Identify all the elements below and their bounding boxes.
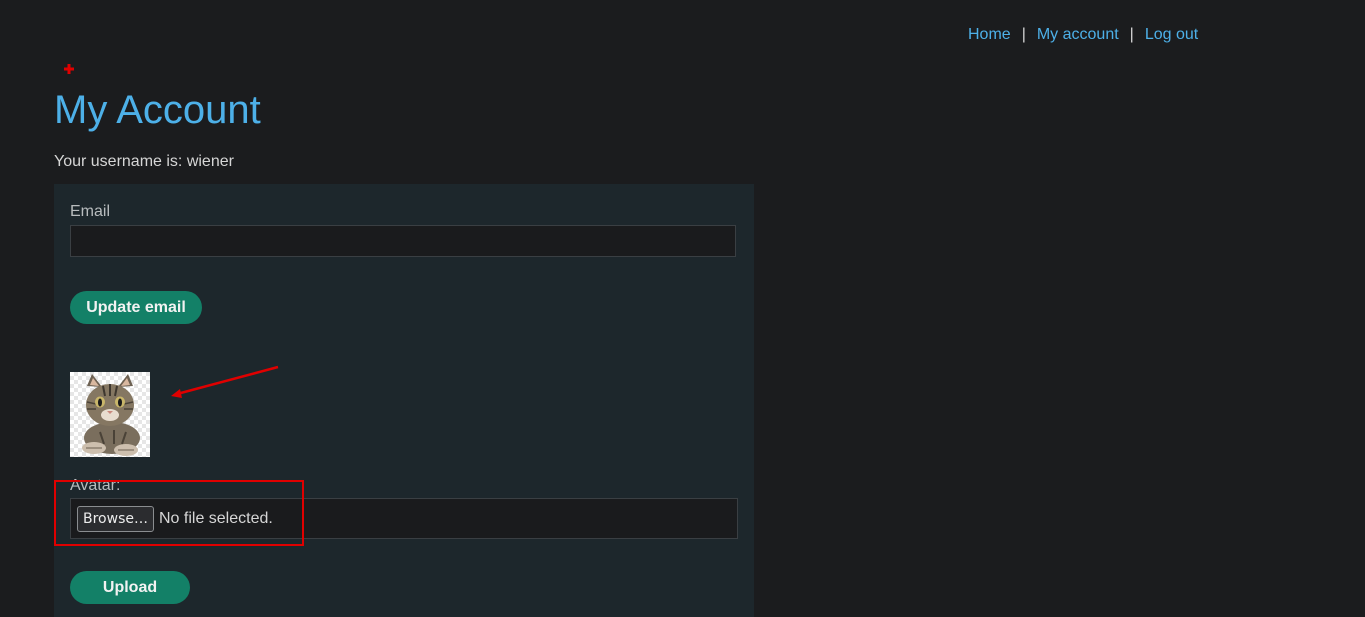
nav-log-out-link[interactable]: Log out — [1145, 26, 1198, 44]
avatar-image — [70, 372, 150, 457]
cat-avatar-image — [82, 374, 140, 456]
nav-separator: | — [1129, 26, 1134, 43]
nav-my-account-link[interactable]: My account — [1037, 26, 1119, 44]
page-title: My Account — [54, 88, 261, 132]
email-label: Email — [70, 203, 111, 220]
username-text: Your username is: wiener — [54, 153, 234, 170]
avatar-label: Avatar: — [70, 477, 121, 494]
update-email-button[interactable]: Update email — [70, 291, 202, 324]
avatar-file-input[interactable]: Browse… No file selected. — [70, 498, 738, 539]
nav-home-link[interactable]: Home — [968, 26, 1011, 44]
red-cross-icon — [64, 64, 74, 74]
nav-separator: | — [1021, 26, 1026, 43]
email-field[interactable] — [70, 225, 736, 257]
account-panel: Email Update email Avatar: Browse… No fi… — [54, 184, 754, 617]
upload-button[interactable]: Upload — [70, 571, 190, 604]
file-status-text: No file selected. — [158, 509, 273, 527]
browse-button[interactable]: Browse… — [77, 505, 154, 532]
page: Home | My account | Log out My Account Y… — [0, 0, 1365, 617]
top-navigation: Home | My account | Log out — [968, 26, 1198, 44]
